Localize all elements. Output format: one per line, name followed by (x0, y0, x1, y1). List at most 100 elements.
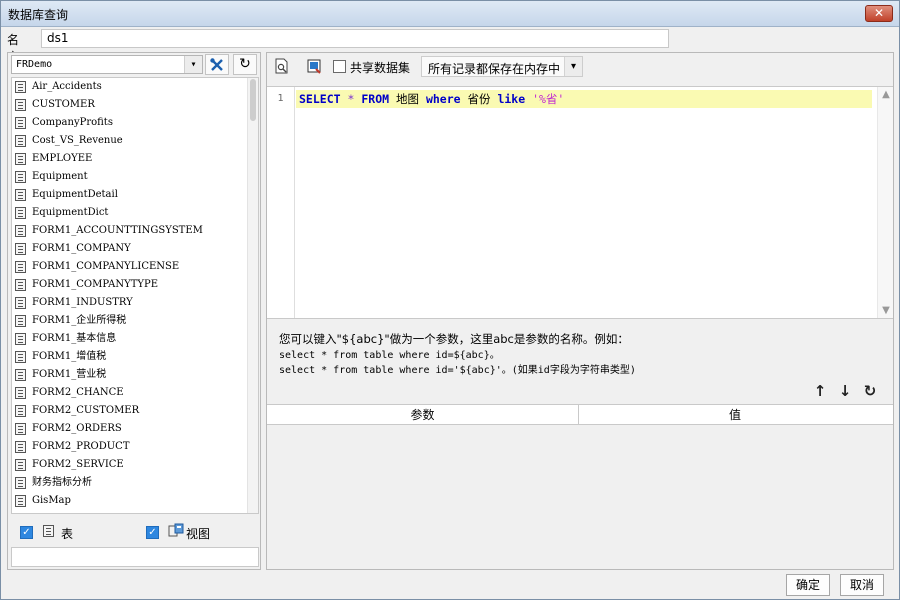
query-dialog: 数据库查询 ✕ 名字: ds1 FRDemo ▾ ↻ Air_Accidents… (0, 0, 900, 600)
table-list-item[interactable]: EquipmentDetail (12, 186, 248, 204)
move-down-button[interactable]: ↓ (834, 380, 856, 402)
share-dataset-checkbox[interactable] (333, 60, 346, 73)
sql-code-line[interactable]: SELECT * FROM 地图 where 省份 like '%省' (296, 90, 872, 108)
table-name: EMPLOYEE (32, 153, 93, 164)
table-list-item[interactable]: EquipmentDict (12, 204, 248, 222)
table-name: FORM1_INDUSTRY (32, 297, 133, 308)
table-list-item[interactable]: CompanyProfits (12, 114, 248, 132)
table-list-item[interactable]: EMPLOYEE (12, 150, 248, 168)
sql-template-button[interactable] (303, 56, 325, 77)
table-icon (15, 387, 26, 399)
table-icon (43, 525, 54, 537)
table-name: FORM1_COMPANYTYPE (32, 279, 159, 290)
table-list-item[interactable]: FORM1_基本信息 (12, 330, 248, 348)
connection-select-value: FRDemo (16, 59, 53, 70)
table-list-items: Air_Accidents CUSTOMER CompanyProfits Cost_… (12, 78, 248, 510)
table-icon (15, 225, 26, 237)
refresh-params-button[interactable]: ↻ (859, 380, 881, 402)
table-icon (15, 117, 26, 129)
table-list-item[interactable]: FORM2_PRODUCT (12, 438, 248, 456)
table-name: FORM1_ACCOUNTTINGSYSTEM (32, 225, 203, 236)
scrollbar-thumb[interactable] (250, 79, 256, 121)
table-name: GisMap (32, 495, 71, 506)
sql-column-name: 省份 (467, 92, 491, 106)
table-icon (15, 189, 26, 201)
table-list-item[interactable]: Equipment (12, 168, 248, 186)
table-list-item[interactable]: FORM1_企业所得税 (12, 312, 248, 330)
memory-mode-value: 所有记录都保存在内存中 (428, 62, 561, 76)
table-list-item[interactable]: Cost_VS_Revenue (12, 132, 248, 150)
editor-scrollbar[interactable]: ▲ ▼ (877, 87, 893, 318)
scroll-down-icon[interactable]: ▼ (878, 305, 894, 316)
column-header-value[interactable]: 值 (579, 405, 891, 425)
preview-icon (275, 58, 288, 74)
table-name: FORM2_ORDERS (32, 423, 122, 434)
table-list-item[interactable]: FORM1_营业税 (12, 366, 248, 384)
table-list-item[interactable]: FORM2_SERVICE (12, 456, 248, 474)
preview-button[interactable] (271, 56, 293, 77)
table-list-item[interactable]: Air_Accidents (12, 78, 248, 96)
table-list-item[interactable]: FORM1_增值税 (12, 348, 248, 366)
line-number-gutter: 1 (267, 87, 295, 318)
table-icon (15, 81, 26, 93)
table-icon (15, 333, 26, 345)
sql-panel: 共享数据集 所有记录都保存在内存中 ▾ 1 SELECT * FROM 地图 w… (266, 52, 894, 570)
arrow-up-icon: ↑ (813, 382, 827, 400)
table-list-item[interactable]: FORM2_ORDERS (12, 420, 248, 438)
table-list-item[interactable]: FORM1_ACCOUNTTINGSYSTEM (12, 222, 248, 240)
table-list-item[interactable]: 财务指标分析 (12, 474, 248, 492)
table-list-item[interactable]: FORM1_COMPANYLICENSE (12, 258, 248, 276)
hint-text: 您可以键入"${abc}"做为一个参数，这里abc是参数的名称。例如： (279, 332, 629, 346)
connection-select[interactable]: FRDemo ▾ (11, 55, 203, 74)
table-type-filters: ✓ 表 ✓ 视图 (11, 519, 259, 545)
table-icon (15, 297, 26, 309)
move-up-button[interactable]: ↑ (809, 380, 831, 402)
table-list-item[interactable]: FORM1_INDUSTRY (12, 294, 248, 312)
sql-icon (307, 59, 321, 74)
scroll-up-icon[interactable]: ▲ (878, 89, 894, 100)
table-name: Cost_VS_Revenue (32, 135, 123, 146)
table-list-item[interactable]: FORM2_CUSTOMER (12, 402, 248, 420)
table-icon (15, 495, 26, 507)
table-icon (15, 459, 26, 471)
close-icon: ✕ (873, 6, 885, 20)
table-list-item[interactable]: CUSTOMER (12, 96, 248, 114)
view-icon (168, 523, 184, 537)
table-filter-checkbox[interactable]: ✓ (20, 526, 33, 539)
name-input[interactable]: ds1 (41, 29, 669, 48)
table-icon (15, 99, 26, 111)
table-icon (15, 243, 26, 255)
table-name: FORM2_PRODUCT (32, 441, 130, 452)
close-button[interactable]: ✕ (865, 5, 893, 22)
cancel-button[interactable]: 取消 (840, 574, 884, 596)
table-list: Air_Accidents CUSTOMER CompanyProfits Cost_… (11, 77, 259, 514)
table-name: FORM1_增值税 (32, 351, 107, 362)
sql-editor[interactable]: 1 SELECT * FROM 地图 where 省份 like '%省' ▲ … (267, 86, 893, 319)
table-list-item[interactable]: FORM2_CHANCE (12, 384, 248, 402)
table-name: Equipment (32, 171, 88, 182)
refresh-tables-button[interactable]: ↻ (233, 54, 257, 75)
sql-keyword-like: like (497, 92, 526, 106)
memory-mode-select[interactable]: 所有记录都保存在内存中 ▾ (421, 56, 583, 77)
table-list-scrollbar[interactable] (247, 78, 258, 513)
table-icon (15, 369, 26, 381)
view-filter-checkbox[interactable]: ✓ (146, 526, 159, 539)
table-list-item[interactable]: FORM1_COMPANYTYPE (12, 276, 248, 294)
table-list-item[interactable]: FORM1_COMPANY (12, 240, 248, 258)
chevron-down-icon[interactable]: ▾ (184, 56, 202, 73)
sql-star: * (347, 92, 355, 106)
refresh-icon: ↻ (863, 382, 877, 400)
parameter-toolbar: ↑ ↓ ↻ (803, 380, 893, 402)
sql-table-name: 地图 (396, 92, 419, 106)
table-search-input[interactable] (11, 547, 259, 567)
table-name: Air_Accidents (32, 81, 102, 92)
table-name: FORM2_CHANCE (32, 387, 124, 398)
table-list-item[interactable]: GisMap (12, 492, 248, 510)
sql-keyword-where: where (425, 92, 461, 106)
sql-keyword-select: SELECT (299, 92, 341, 106)
parameter-table: 参数 值 (267, 404, 893, 569)
connection-settings-button[interactable] (205, 54, 229, 75)
chevron-down-icon[interactable]: ▾ (564, 57, 582, 76)
column-header-param[interactable]: 参数 (267, 405, 579, 425)
ok-button[interactable]: 确定 (786, 574, 830, 596)
